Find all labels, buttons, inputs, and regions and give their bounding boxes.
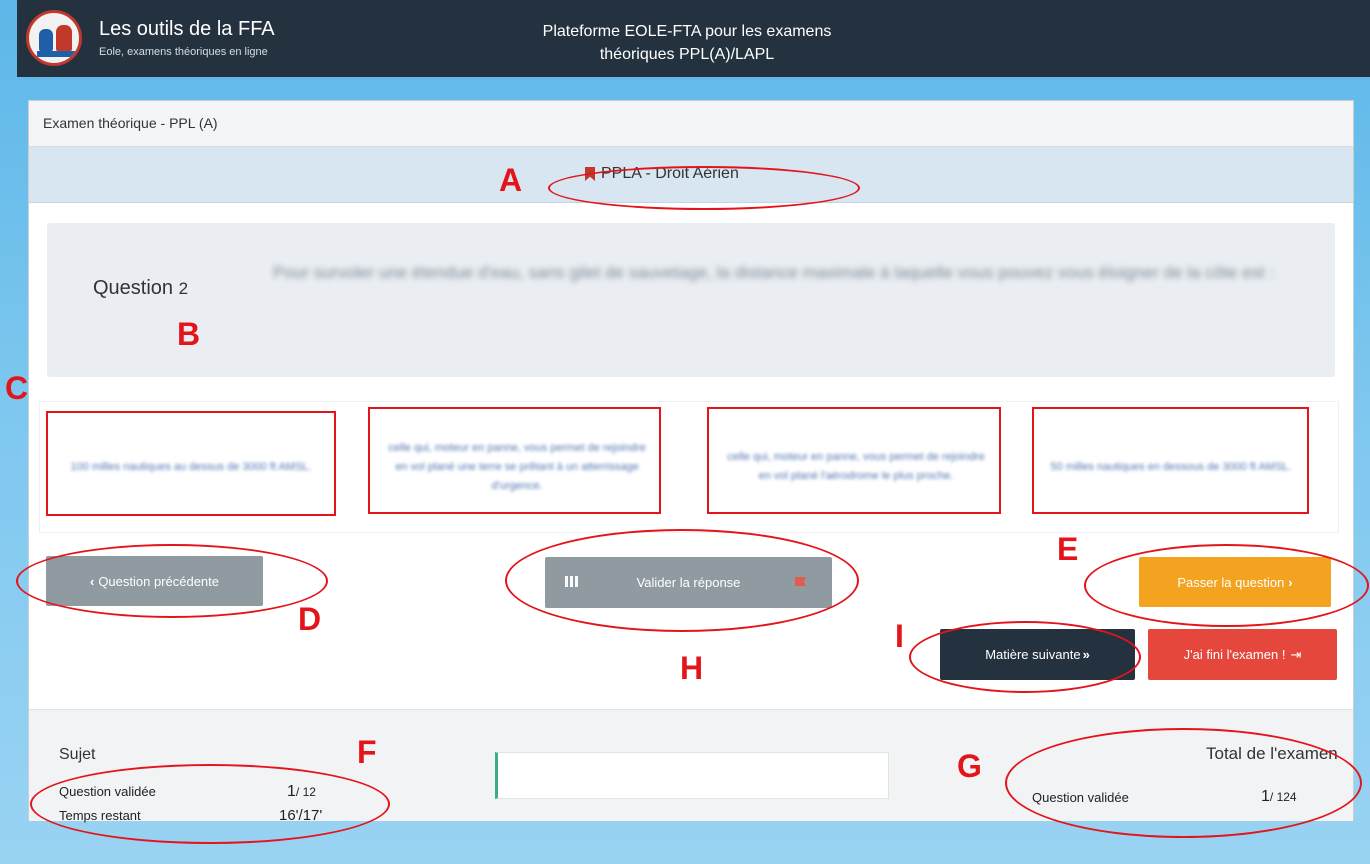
annotation-letter-h: H bbox=[680, 650, 704, 686]
finish-exam-label: J'ai fini l'examen ! bbox=[1183, 647, 1286, 662]
annotation-ellipse-g bbox=[1005, 728, 1362, 838]
annotation-ellipse-h bbox=[505, 529, 859, 632]
annotation-box-answer-1 bbox=[46, 411, 336, 516]
top-navbar: Les outils de la FFA Eole, examens théor… bbox=[17, 0, 1370, 77]
logo-base-icon bbox=[37, 51, 75, 57]
sujet-heading: Sujet bbox=[59, 746, 96, 763]
annotation-letter-e: E bbox=[1057, 531, 1079, 567]
platform-title: Plateforme EOLE-FTA pour les examens thé… bbox=[517, 20, 857, 66]
question-word: Question bbox=[93, 277, 174, 299]
ffa-logo[interactable] bbox=[26, 10, 82, 66]
annotation-ellipse-i bbox=[909, 621, 1141, 693]
app-title[interactable]: Les outils de la FFA bbox=[99, 18, 275, 41]
annotation-ellipse-d bbox=[16, 544, 328, 618]
question-box: Question 2 Pour survoler une étendue d'e… bbox=[47, 223, 1335, 377]
annotation-box-answer-2 bbox=[368, 407, 661, 514]
annotation-box-answer-4 bbox=[1032, 407, 1309, 514]
question-label: Question 2 bbox=[93, 277, 188, 300]
annotation-letter-i: I bbox=[895, 618, 904, 654]
logo-figure-icon bbox=[39, 29, 53, 51]
sign-out-icon: ⇥ bbox=[1290, 646, 1302, 662]
annotation-letter-f: F bbox=[357, 734, 377, 770]
progress-bar bbox=[495, 752, 889, 799]
annotation-letter-g: G bbox=[957, 748, 982, 784]
question-text: Pour survoler une étendue d'eau, sans gi… bbox=[273, 263, 1275, 282]
annotation-letter-d: D bbox=[298, 601, 322, 637]
annotation-letter-c: C bbox=[5, 370, 29, 406]
annotation-ellipse-e bbox=[1084, 544, 1369, 627]
panel-header: Examen théorique - PPL (A) bbox=[29, 101, 1353, 147]
app-subtitle: Eole, examens théoriques en ligne bbox=[99, 46, 268, 58]
annotation-letter-a: A bbox=[499, 162, 523, 198]
annotation-ellipse-a bbox=[548, 166, 860, 210]
exam-title: Examen théorique - PPL (A) bbox=[43, 115, 218, 131]
logo-figure-icon bbox=[56, 25, 72, 51]
annotation-ellipse-f bbox=[30, 764, 390, 844]
annotation-letter-b: B bbox=[177, 316, 201, 352]
annotation-box-answer-3 bbox=[707, 407, 1001, 514]
platform-title-line: théoriques PPL(A)/LAPL bbox=[599, 46, 775, 63]
question-number: 2 bbox=[178, 279, 189, 298]
platform-title-line: Plateforme EOLE-FTA pour les examens bbox=[542, 23, 832, 40]
finish-exam-button[interactable]: J'ai fini l'examen ! ⇥ bbox=[1148, 629, 1337, 680]
